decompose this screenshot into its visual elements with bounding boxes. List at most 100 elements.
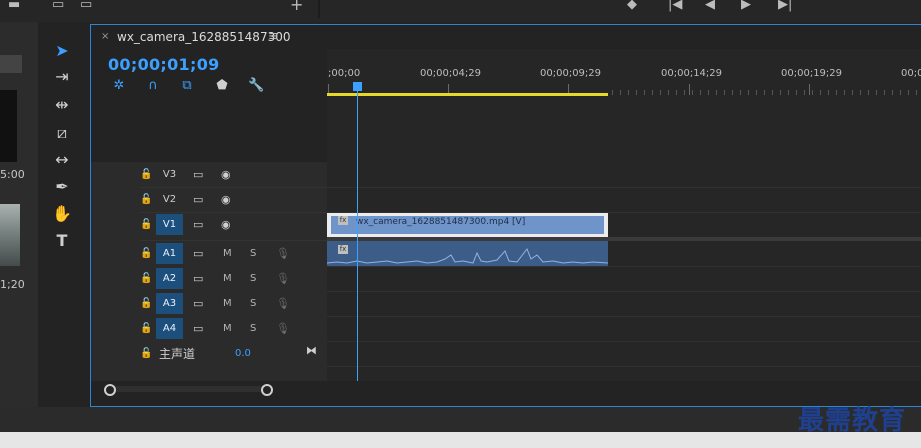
add-marker-icon[interactable]: ⬟: [214, 78, 230, 94]
zoom-handle-left[interactable]: [104, 384, 116, 396]
status-bar: [0, 407, 921, 432]
ruler-minor-tick: [868, 90, 869, 95]
ruler-minor-tick: [692, 90, 693, 95]
fx-badge: fx: [338, 216, 348, 225]
add-icon[interactable]: +: [290, 0, 303, 13]
track-label-v3[interactable]: V3: [156, 164, 183, 185]
clip-thumbnail[interactable]: [0, 204, 20, 266]
mic-icon[interactable]: 🎙: [276, 247, 290, 260]
sequence-tab-title[interactable]: wx_camera_1628851487300: [117, 30, 290, 44]
mute-button[interactable]: M: [223, 273, 232, 284]
track-label-a2[interactable]: A2: [156, 268, 183, 289]
mute-button[interactable]: M: [223, 298, 232, 309]
playhead-timecode[interactable]: 00;00;01;09: [108, 55, 220, 74]
track-lock-icon[interactable]: 🔓: [140, 323, 152, 334]
mute-button[interactable]: M: [223, 323, 232, 334]
linked-selection-icon[interactable]: ⧉: [179, 78, 195, 94]
nest-icon[interactable]: ✲: [111, 78, 127, 94]
ruler-minor-tick: [804, 90, 805, 95]
track-lock-icon[interactable]: 🔓: [140, 194, 152, 205]
eye-icon[interactable]: ◉: [221, 168, 231, 181]
track-label-a4[interactable]: A4: [156, 318, 183, 339]
desktop-strip: [0, 432, 921, 448]
step-forward-icon[interactable]: ▶|: [778, 0, 792, 11]
playhead-line[interactable]: [357, 88, 358, 381]
track-label-v1[interactable]: V1: [156, 214, 183, 235]
close-icon[interactable]: ×: [101, 31, 109, 42]
eye-icon[interactable]: ◉: [221, 218, 231, 231]
solo-button[interactable]: S: [250, 323, 256, 334]
ruler-minor-tick: [876, 90, 877, 95]
track-lock-icon[interactable]: 🔓: [140, 273, 152, 284]
lane-divider: [327, 366, 921, 367]
razor-tool-icon[interactable]: ⧄: [50, 122, 74, 144]
ruler-minor-tick: [756, 90, 757, 95]
track-lanes[interactable]: [327, 162, 921, 381]
clip-duration: 1;20: [0, 278, 25, 291]
track-lock-icon[interactable]: 🔓: [140, 169, 152, 180]
mic-icon[interactable]: 🎙: [276, 322, 290, 335]
sync-lock-icon[interactable]: ▭: [193, 168, 203, 181]
sync-lock-icon[interactable]: ▭: [193, 218, 203, 231]
wrench-icon[interactable]: 🔧: [248, 78, 264, 94]
clip-duration: 5:00: [0, 168, 25, 181]
ruler-minor-tick: [684, 90, 685, 95]
rewind-icon[interactable]: ◀: [705, 0, 715, 11]
sync-lock-icon[interactable]: ▭: [193, 322, 203, 335]
pen-tool-icon[interactable]: ✒: [50, 176, 74, 198]
toolbar-icon[interactable]: ▭: [80, 0, 92, 11]
time-ruler[interactable]: [327, 49, 921, 162]
ruler-minor-tick: [732, 90, 733, 95]
sync-lock-icon[interactable]: ▭: [193, 193, 203, 206]
go-to-edit-icon[interactable]: ⧓: [306, 344, 317, 357]
marker-icon[interactable]: ◆: [627, 0, 637, 11]
hand-tool-icon[interactable]: ✋: [50, 203, 74, 225]
playhead-handle[interactable]: [353, 82, 362, 91]
master-track-label: 主声道: [159, 347, 196, 361]
toolbar-icon[interactable]: ▬: [8, 0, 20, 11]
clip-thumbnail[interactable]: [0, 90, 17, 162]
master-volume-value[interactable]: 0.0: [235, 348, 251, 359]
sync-lock-icon[interactable]: ▭: [193, 247, 203, 260]
ruler-tick-label: 00;00;09;29: [540, 68, 602, 79]
ruler-minor-tick: [844, 90, 845, 95]
ruler-minor-tick: [892, 90, 893, 95]
track-label-a3[interactable]: A3: [156, 293, 183, 314]
lane-divider: [327, 266, 921, 267]
panel-menu-icon[interactable]: ≡: [268, 29, 279, 44]
header-divider: [140, 212, 327, 213]
eye-icon[interactable]: ◉: [221, 193, 231, 206]
sync-lock-icon[interactable]: ▭: [193, 272, 203, 285]
snap-magnet-icon[interactable]: ∩: [145, 78, 161, 94]
ruler-minor-tick: [748, 90, 749, 95]
ruler-minor-tick: [716, 90, 717, 95]
solo-button[interactable]: S: [250, 248, 256, 259]
ruler-minor-tick: [676, 90, 677, 95]
zoom-handle-right[interactable]: [261, 384, 273, 396]
type-tool-icon[interactable]: T: [50, 230, 74, 252]
ruler-minor-tick: [828, 90, 829, 95]
toolbar-icon[interactable]: ▭: [52, 0, 64, 11]
selection-tool-icon[interactable]: ➤: [50, 40, 74, 62]
work-area-bar[interactable]: [327, 93, 608, 96]
source-search-field[interactable]: [0, 55, 22, 73]
ruler-minor-tick: [636, 90, 637, 95]
track-lock-icon[interactable]: 🔓: [140, 248, 152, 259]
solo-button[interactable]: S: [250, 298, 256, 309]
track-select-tool-icon[interactable]: ⇥: [50, 66, 74, 88]
track-lock-icon[interactable]: 🔓: [140, 219, 152, 230]
solo-button[interactable]: S: [250, 273, 256, 284]
mic-icon[interactable]: 🎙: [276, 297, 290, 310]
track-lock-icon[interactable]: 🔓: [140, 348, 152, 359]
zoom-scrollbar[interactable]: [109, 386, 266, 392]
sync-lock-icon[interactable]: ▭: [193, 297, 203, 310]
track-label-a1[interactable]: A1: [156, 243, 183, 264]
track-lock-icon[interactable]: 🔓: [140, 298, 152, 309]
mic-icon[interactable]: 🎙: [276, 272, 290, 285]
ripple-edit-tool-icon[interactable]: ⇹: [50, 94, 74, 116]
step-back-icon[interactable]: |◀: [668, 0, 682, 11]
track-label-v2[interactable]: V2: [156, 189, 183, 210]
play-icon[interactable]: ▶: [741, 0, 751, 11]
slip-tool-icon[interactable]: ↔: [50, 149, 74, 171]
mute-button[interactable]: M: [223, 248, 232, 259]
